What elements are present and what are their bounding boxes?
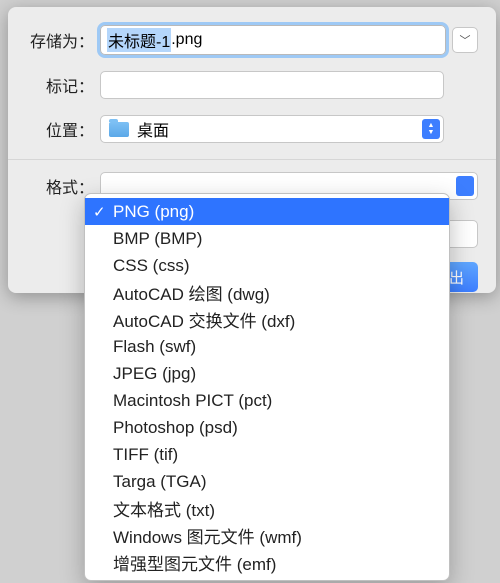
format-option-label: 文本格式 (txt) <box>113 496 215 521</box>
divider <box>8 159 496 160</box>
format-option-label: Flash (swf) <box>113 337 196 357</box>
format-option-label: 增强型图元文件 (emf) <box>113 550 276 575</box>
format-option[interactable]: Photoshop (psd) <box>85 414 449 441</box>
location-select[interactable]: 桌面 ▲▼ <box>100 115 444 143</box>
format-option-label: Macintosh PICT (pct) <box>113 391 272 411</box>
updown-arrows-icon: ▲▼ <box>422 119 440 139</box>
format-label: 格式： <box>26 174 94 198</box>
save-as-row: 存储为： 未标题-1.png ﹀ <box>26 25 478 55</box>
format-option-label: Windows 图元文件 (wmf) <box>113 523 302 548</box>
format-option-label: CSS (css) <box>113 256 190 276</box>
format-option-label: BMP (BMP) <box>113 229 202 249</box>
folder-icon <box>109 122 129 137</box>
format-option[interactable]: AutoCAD 绘图 (dwg) <box>85 279 449 306</box>
expand-button[interactable]: ﹀ <box>452 27 478 53</box>
format-option-label: AutoCAD 绘图 (dwg) <box>113 280 270 305</box>
format-option[interactable]: BMP (BMP) <box>85 225 449 252</box>
tags-wrap <box>100 71 478 99</box>
format-option-label: AutoCAD 交换文件 (dxf) <box>113 307 295 332</box>
format-option-label: JPEG (jpg) <box>113 364 196 384</box>
tags-input[interactable] <box>100 71 444 99</box>
format-option[interactable]: 增强型图元文件 (emf) <box>85 549 449 576</box>
location-value: 桌面 <box>137 117 169 141</box>
location-wrap: 桌面 ▲▼ <box>100 115 478 143</box>
format-option[interactable]: Macintosh PICT (pct) <box>85 387 449 414</box>
tags-row: 标记： <box>26 71 478 99</box>
format-option[interactable]: JPEG (jpg) <box>85 360 449 387</box>
format-option[interactable]: AutoCAD 交换文件 (dxf) <box>85 306 449 333</box>
format-option-label: Photoshop (psd) <box>113 418 238 438</box>
updown-arrows-icon <box>456 176 474 196</box>
chevron-down-icon: ﹀ <box>460 32 471 48</box>
format-option[interactable]: Windows 图元文件 (wmf) <box>85 522 449 549</box>
format-option[interactable]: ✓ PNG (png) <box>85 198 449 225</box>
format-option[interactable]: CSS (css) <box>85 252 449 279</box>
format-option-label: Targa (TGA) <box>113 472 207 492</box>
filename-selected-text: 未标题-1 <box>107 28 171 52</box>
location-row: 位置： 桌面 ▲▼ <box>26 115 478 143</box>
format-option-label: PNG (png) <box>113 202 194 222</box>
format-option[interactable]: Targa (TGA) <box>85 468 449 495</box>
checkmark-icon: ✓ <box>93 203 106 221</box>
filename-input[interactable]: 未标题-1.png <box>100 25 446 55</box>
save-as-label: 存储为： <box>26 28 94 52</box>
format-option-label: TIFF (tif) <box>113 445 178 465</box>
location-label: 位置： <box>26 117 94 141</box>
filename-extension: .png <box>171 31 202 49</box>
format-option[interactable]: TIFF (tif) <box>85 441 449 468</box>
tags-label: 标记： <box>26 73 94 97</box>
filename-wrap: 未标题-1.png ﹀ <box>100 25 478 55</box>
format-option[interactable]: Flash (swf) <box>85 333 449 360</box>
format-option[interactable]: 文本格式 (txt) <box>85 495 449 522</box>
format-dropdown: ✓ PNG (png) BMP (BMP) CSS (css) AutoCAD 绘图 (… <box>84 193 450 581</box>
